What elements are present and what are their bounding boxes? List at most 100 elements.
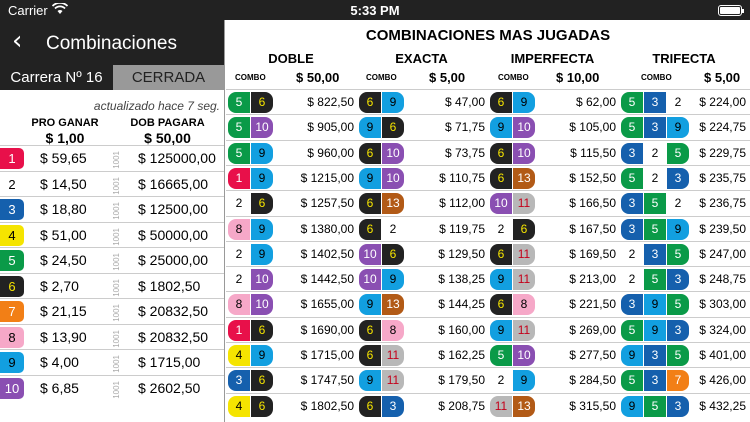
runner-row[interactable]: 9 $ 4,00 1001 $ 1715,00 (0, 349, 224, 375)
combo-chip: 3 (644, 92, 666, 113)
combination-row: 3 6 $ 1747,50 9 11 $ 179,50 2 9 $ 284,50 5 3 7 $ 426… (226, 367, 750, 392)
runner-row[interactable]: 4 $ 51,00 1001 $ 50000,00 (0, 221, 224, 248)
race-status-badge: CERRADA (113, 65, 224, 90)
imperfecta-header: IMPERFECTA (510, 51, 595, 66)
doble-amount: $ 1215,00 (300, 170, 354, 185)
runner-row[interactable]: 7 $ 21,15 1001 $ 20832,50 (0, 298, 224, 324)
imperfecta-amount: $ 105,00 (569, 120, 616, 135)
runner-row[interactable]: 1 $ 59,65 1001 $ 125000,00 (0, 145, 224, 171)
back-chevron-icon[interactable]: ‹ (12, 26, 22, 56)
trifecta-amount: $ 401,00 (699, 348, 746, 362)
dob-pagara-price: $ 50,00 (144, 130, 191, 146)
runner-row[interactable]: 2 $ 14,50 1001 $ 16665,00 (0, 170, 224, 197)
combo-chip: 5 (621, 370, 643, 392)
doble-amount: $ 1442,50 (300, 272, 354, 287)
nav-bar: ‹ Combinaciones (0, 20, 224, 65)
combo-chip: 10 (251, 117, 273, 139)
combo-chip: 2 (228, 193, 250, 215)
combo-chip: 10 (251, 269, 273, 291)
dob-pagara-header: DOB PAGARA (130, 117, 205, 129)
combo-chip: 6 (359, 92, 381, 113)
combo-chip: 3 (667, 319, 689, 341)
combo-chip: 8 (228, 218, 250, 240)
exacta-amount: $ 144,25 (438, 297, 485, 312)
exacta-amount: $ 160,00 (438, 322, 485, 337)
trifecta-amount: $ 426,00 (699, 373, 746, 388)
dob-pagara-value: $ 20832,50 (138, 303, 209, 319)
combo-chip: 6 (513, 218, 535, 240)
pro-ganar-value: $ 59,65 (40, 150, 87, 166)
pro-ganar-value: $ 4,00 (40, 354, 79, 370)
combinations-title: COMBINACIONES MAS JUGADAS (365, 27, 611, 44)
imperfecta-price: $ 10,00 (556, 70, 600, 85)
left-panel: ‹ Combinaciones Carrera Nº 16 CERRADA ac… (0, 20, 225, 422)
combo-chip: 3 (644, 243, 666, 265)
dob-pagara-value: $ 1715,00 (138, 354, 201, 370)
combo-chip: 10 (251, 294, 273, 316)
combo-chip: 3 (644, 345, 666, 366)
doble-amount: $ 1690,00 (300, 322, 354, 337)
combo-chip: 3 (667, 167, 689, 189)
row-separator-label: 1001 (112, 355, 121, 373)
trifecta-amount: $ 303,00 (699, 297, 746, 312)
combo-chip: 11 (490, 395, 512, 417)
runner-row[interactable]: 10 $ 6,85 1001 $ 2602,50 (0, 374, 224, 401)
imperfecta-amount: $ 213,00 (569, 272, 616, 287)
dob-pagara-value: $ 25000,00 (138, 252, 209, 268)
runner-number-badge: 7 (0, 301, 24, 322)
exacta-amount: $ 138,25 (438, 272, 485, 287)
combo-chip: 11 (513, 243, 535, 265)
runner-number-badge: 3 (0, 199, 24, 220)
combo-chip: 3 (667, 269, 689, 291)
exacta-amount: $ 73,75 (444, 145, 485, 160)
combo-chip: 3 (621, 142, 643, 164)
pro-ganar-value: $ 51,00 (40, 226, 87, 243)
runner-number-badge: 6 (0, 275, 24, 297)
combination-row: 2 9 $ 1402,50 10 6 $ 129,50 6 11 $ 169,50 2 3 5 $ 24… (226, 240, 750, 266)
combo-chip: 6 (382, 117, 404, 139)
runner-row[interactable]: 3 $ 18,80 1001 $ 12500,00 (0, 196, 224, 222)
combo-chip: 9 (359, 117, 381, 139)
combo-chip: 5 (490, 345, 512, 366)
combo-chip: 9 (667, 218, 689, 240)
combo-chip: 5 (621, 319, 643, 341)
combo-chip: 3 (644, 370, 666, 392)
exacta-amount: $ 110,75 (439, 170, 485, 185)
row-separator-label: 1001 (112, 380, 121, 399)
row-separator-label: 1001 (112, 176, 121, 195)
exacta-amount: $ 162,25 (438, 348, 485, 362)
combo-chip: 6 (251, 92, 273, 113)
runner-row[interactable]: 8 $ 13,90 1001 $ 20832,50 (0, 323, 224, 350)
runner-number-badge: 1 (0, 148, 24, 169)
combo-chip: 5 (667, 243, 689, 265)
doble-amount: $ 1655,00 (300, 297, 354, 312)
doble-amount: $ 960,00 (307, 145, 354, 160)
combo-chip: 10 (359, 269, 381, 291)
combo-chip: 9 (513, 92, 535, 113)
runner-row[interactable]: 6 $ 2,70 1001 $ 1802,50 (0, 272, 224, 299)
trifecta-amount: $ 236,75 (699, 196, 746, 211)
combo-chip: 9 (490, 269, 512, 291)
combo-chip: 6 (359, 345, 381, 366)
doble-amount: $ 1402,50 (300, 246, 354, 261)
combo-chip: 1 (228, 319, 250, 341)
combo-chip: 9 (490, 319, 512, 341)
doble-price: $ 50,00 (296, 70, 340, 85)
combination-row: 5 6 $ 822,50 6 9 $ 47,00 6 9 $ 62,00 5 3 2 $ 224,00 (226, 89, 750, 114)
combo-chip: 13 (382, 294, 404, 316)
trifecta-amount: $ 432,25 (699, 398, 746, 413)
combo-chip: 10 (382, 167, 404, 189)
combo-chip: 6 (251, 319, 273, 341)
combo-chip: 4 (228, 345, 250, 366)
combo-chip: 9 (644, 319, 666, 341)
combo-chip: 9 (251, 142, 273, 164)
runner-row[interactable]: 5 $ 24,50 1001 $ 25000,00 (0, 247, 224, 273)
combo-chip: 5 (621, 117, 643, 139)
nav-title: Combinaciones (46, 33, 177, 54)
combination-row: 2 10 $ 1442,50 10 9 $ 138,25 9 11 $ 213,00 2 5 3 $ 2… (226, 266, 750, 291)
combo-chip: 6 (359, 193, 381, 215)
dob-pagara-value: $ 125000,00 (138, 150, 216, 166)
row-separator-label: 1001 (112, 329, 121, 348)
trifecta-header: TRIFECTA (652, 51, 716, 66)
row-separator-label: 1001 (112, 151, 121, 169)
